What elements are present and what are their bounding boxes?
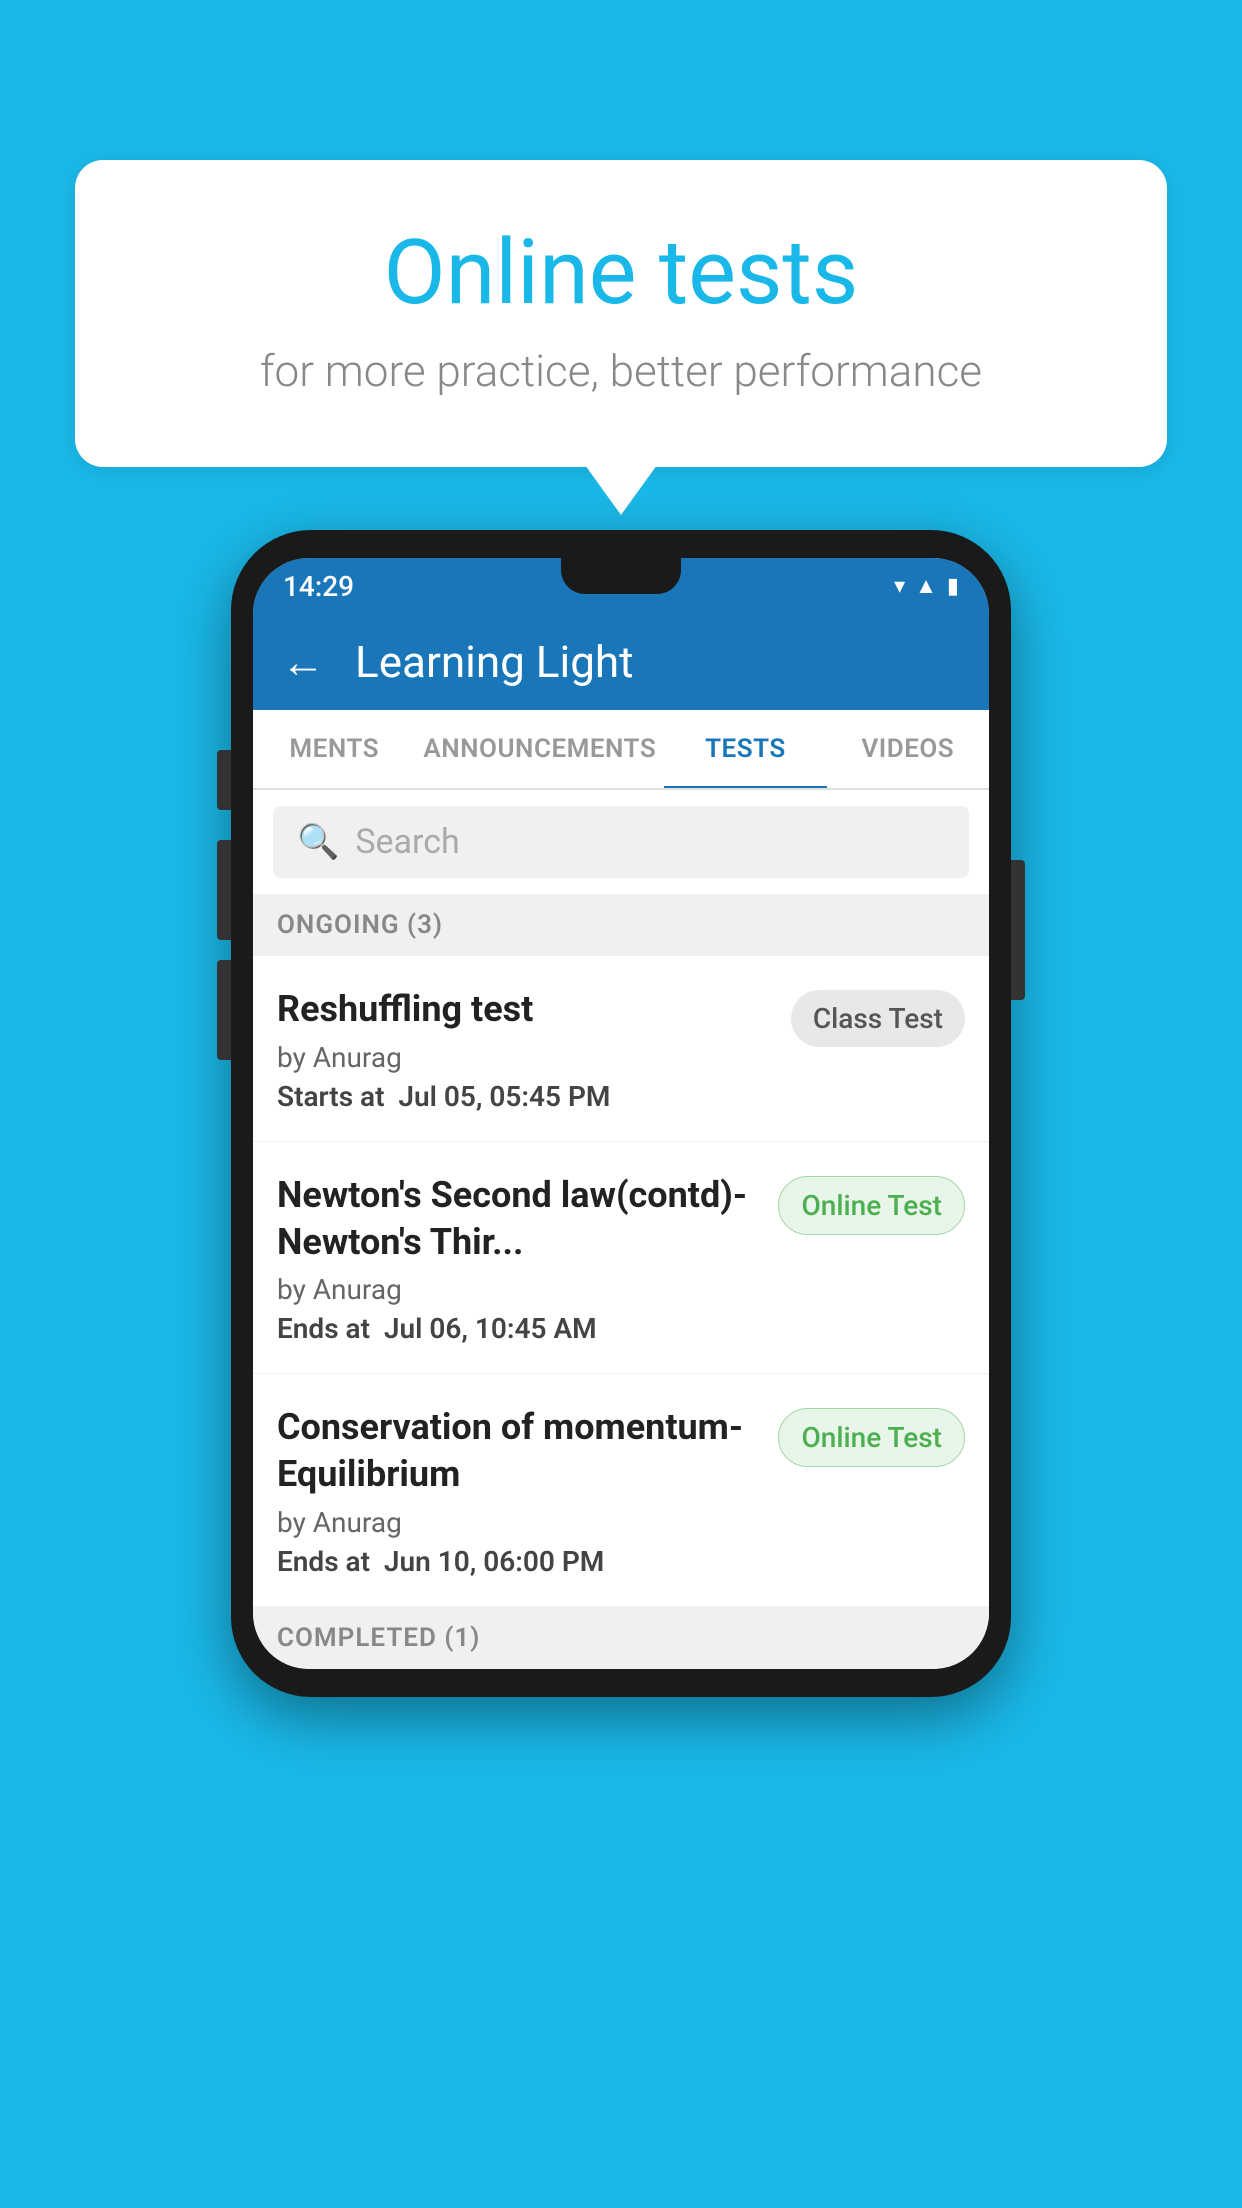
test-by-3: by Anurag — [277, 1506, 762, 1539]
status-icons: ▾ ▲ ▮ — [894, 573, 959, 599]
battery-icon: ▮ — [947, 574, 959, 599]
test-name-2: Newton's Second law(contd)-Newton's Thir… — [277, 1172, 762, 1266]
ongoing-label: ONGOING (3) — [277, 910, 443, 940]
status-time: 14:29 — [283, 570, 354, 603]
wifi-icon: ▾ — [894, 574, 905, 599]
test-date-1: Starts at Jul 05, 05:45 PM — [277, 1080, 775, 1113]
test-date-3: Ends at Jun 10, 06:00 PM — [277, 1545, 762, 1578]
promo-bubble: Online tests for more practice, better p… — [75, 160, 1167, 467]
tab-videos[interactable]: VIDEOS — [827, 710, 989, 788]
completed-label: COMPLETED (1) — [277, 1623, 480, 1653]
phone-button-power — [1011, 860, 1025, 1000]
test-info-2: Newton's Second law(contd)-Newton's Thir… — [277, 1172, 762, 1346]
phone-mockup: 14:29 ▾ ▲ ▮ ← Learning Light MENTS ANNOU… — [231, 530, 1011, 1697]
test-name-1: Reshuffling test — [277, 986, 775, 1033]
test-item-1[interactable]: Reshuffling test by Anurag Starts at Jul… — [253, 956, 989, 1142]
search-placeholder: Search — [355, 822, 459, 862]
app-header: ← Learning Light — [253, 614, 989, 710]
search-box[interactable]: 🔍 Search — [273, 806, 969, 878]
bubble-subtitle: for more practice, better performance — [155, 345, 1087, 397]
completed-section-header: COMPLETED (1) — [253, 1607, 989, 1669]
tab-tests[interactable]: TESTS — [664, 710, 826, 788]
test-name-3: Conservation of momentum-Equilibrium — [277, 1404, 762, 1498]
test-by-1: by Anurag — [277, 1041, 775, 1074]
test-list: Reshuffling test by Anurag Starts at Jul… — [253, 956, 989, 1607]
search-container: 🔍 Search — [253, 790, 989, 894]
badge-online-test-3: Online Test — [778, 1408, 965, 1467]
test-date-2: Ends at Jul 06, 10:45 AM — [277, 1312, 762, 1345]
tab-ments[interactable]: MENTS — [253, 710, 415, 788]
phone-button-vol-down — [217, 960, 231, 1060]
bubble-title: Online tests — [155, 220, 1087, 325]
test-item-2[interactable]: Newton's Second law(contd)-Newton's Thir… — [253, 1142, 989, 1375]
tabs-bar: MENTS ANNOUNCEMENTS TESTS VIDEOS — [253, 710, 989, 790]
phone-screen: 14:29 ▾ ▲ ▮ ← Learning Light MENTS ANNOU… — [253, 558, 989, 1669]
tab-announcements[interactable]: ANNOUNCEMENTS — [415, 710, 664, 788]
test-info-3: Conservation of momentum-Equilibrium by … — [277, 1404, 762, 1578]
phone-button-silent — [217, 750, 231, 810]
ongoing-section-header: ONGOING (3) — [253, 894, 989, 956]
test-item-3[interactable]: Conservation of momentum-Equilibrium by … — [253, 1374, 989, 1607]
search-icon: 🔍 — [297, 822, 339, 862]
test-by-2: by Anurag — [277, 1273, 762, 1306]
badge-online-test-2: Online Test — [778, 1176, 965, 1235]
signal-icon: ▲ — [915, 573, 937, 599]
app-title: Learning Light — [355, 636, 634, 688]
phone-notch — [561, 558, 681, 594]
badge-class-test-1: Class Test — [791, 990, 965, 1047]
phone-button-vol-up — [217, 840, 231, 940]
back-button[interactable]: ← — [281, 640, 325, 684]
test-info-1: Reshuffling test by Anurag Starts at Jul… — [277, 986, 775, 1113]
